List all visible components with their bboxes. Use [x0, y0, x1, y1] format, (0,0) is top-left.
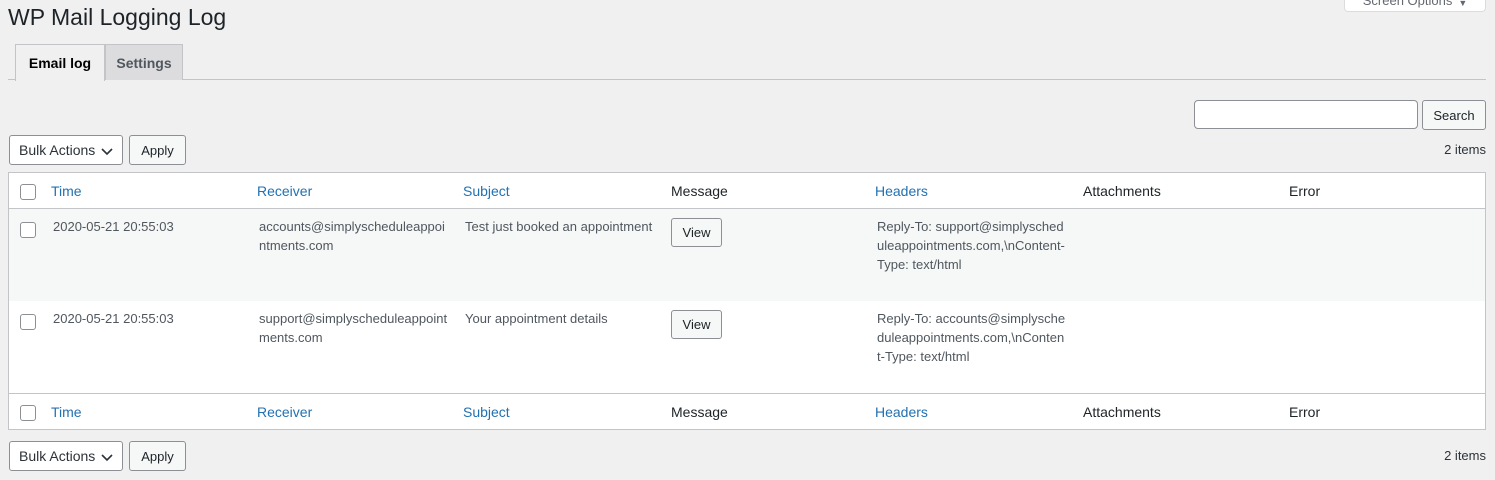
select-all-checkbox-footer[interactable]	[20, 405, 36, 421]
column-footer-headers[interactable]: Headers	[875, 404, 928, 420]
items-count-bottom: 2 items	[1444, 448, 1486, 463]
apply-button-bottom[interactable]: Apply	[129, 441, 186, 471]
row-checkbox[interactable]	[20, 314, 36, 330]
view-message-button[interactable]: View	[671, 218, 722, 247]
row-checkbox[interactable]	[20, 222, 36, 238]
tab-settings[interactable]: Settings	[105, 44, 183, 80]
chevron-down-icon	[101, 148, 113, 156]
column-header-error: Error	[1289, 183, 1321, 199]
cell-subject: Your appointment details	[465, 311, 608, 326]
email-log-table: Time Receiver Subject Message Headers At…	[8, 172, 1486, 430]
items-count-top: 2 items	[1444, 142, 1486, 157]
cell-time: 2020-05-21 20:55:03	[53, 311, 174, 326]
cell-subject: Test just booked an appointment	[465, 219, 653, 234]
tab-email-log[interactable]: Email log	[15, 44, 105, 81]
column-footer-receiver[interactable]: Receiver	[257, 404, 312, 420]
table-header-row: Time Receiver Subject Message Headers At…	[9, 173, 1485, 209]
cell-time: 2020-05-21 20:55:03	[53, 219, 174, 234]
select-all-checkbox[interactable]	[20, 184, 36, 200]
bulk-actions-label: Bulk Actions	[19, 142, 96, 158]
view-message-button[interactable]: View	[671, 310, 722, 339]
column-header-receiver[interactable]: Receiver	[257, 183, 312, 199]
column-header-subject[interactable]: Subject	[463, 183, 510, 199]
column-header-headers[interactable]: Headers	[875, 183, 928, 199]
column-footer-message: Message	[671, 404, 728, 420]
page-title: WP Mail Logging Log	[8, 4, 227, 30]
column-footer-subject[interactable]: Subject	[463, 404, 510, 420]
chevron-down-icon	[101, 454, 113, 462]
cell-receiver: support@simplyscheduleappointments.com	[259, 311, 448, 345]
column-footer-error: Error	[1289, 404, 1321, 420]
bulk-actions-select-top[interactable]: Bulk Actions	[9, 135, 123, 165]
table-row: 2020-05-21 20:55:03 support@simplyschedu…	[9, 301, 1485, 393]
search-input[interactable]	[1194, 100, 1418, 129]
nav-tabs: Email log Settings	[8, 44, 1486, 81]
search-button[interactable]: Search	[1422, 100, 1486, 130]
screen-options-label: Screen Options	[1362, 0, 1453, 8]
screen-options-button[interactable]: Screen Options ▼	[1344, 0, 1486, 12]
bulk-actions-label: Bulk Actions	[19, 448, 96, 464]
table-footer-row: Time Receiver Subject Message Headers At…	[9, 393, 1485, 429]
column-header-attachments: Attachments	[1083, 183, 1161, 199]
bulk-actions-select-bottom[interactable]: Bulk Actions	[9, 441, 123, 471]
column-header-time[interactable]: Time	[51, 183, 82, 199]
cell-receiver: accounts@simplyscheduleappointments.com	[259, 219, 445, 253]
cell-headers: Reply-To: accounts@simplyscheduleappoint…	[877, 311, 1066, 364]
table-row: 2020-05-21 20:55:03 accounts@simplysched…	[9, 209, 1485, 301]
cell-headers: Reply-To: support@simplyscheduleappointm…	[877, 219, 1065, 272]
column-footer-attachments: Attachments	[1083, 404, 1161, 420]
apply-button-top[interactable]: Apply	[129, 135, 186, 165]
caret-down-icon: ▼	[1458, 0, 1468, 8]
column-footer-time[interactable]: Time	[51, 404, 82, 420]
column-header-message: Message	[671, 183, 728, 199]
